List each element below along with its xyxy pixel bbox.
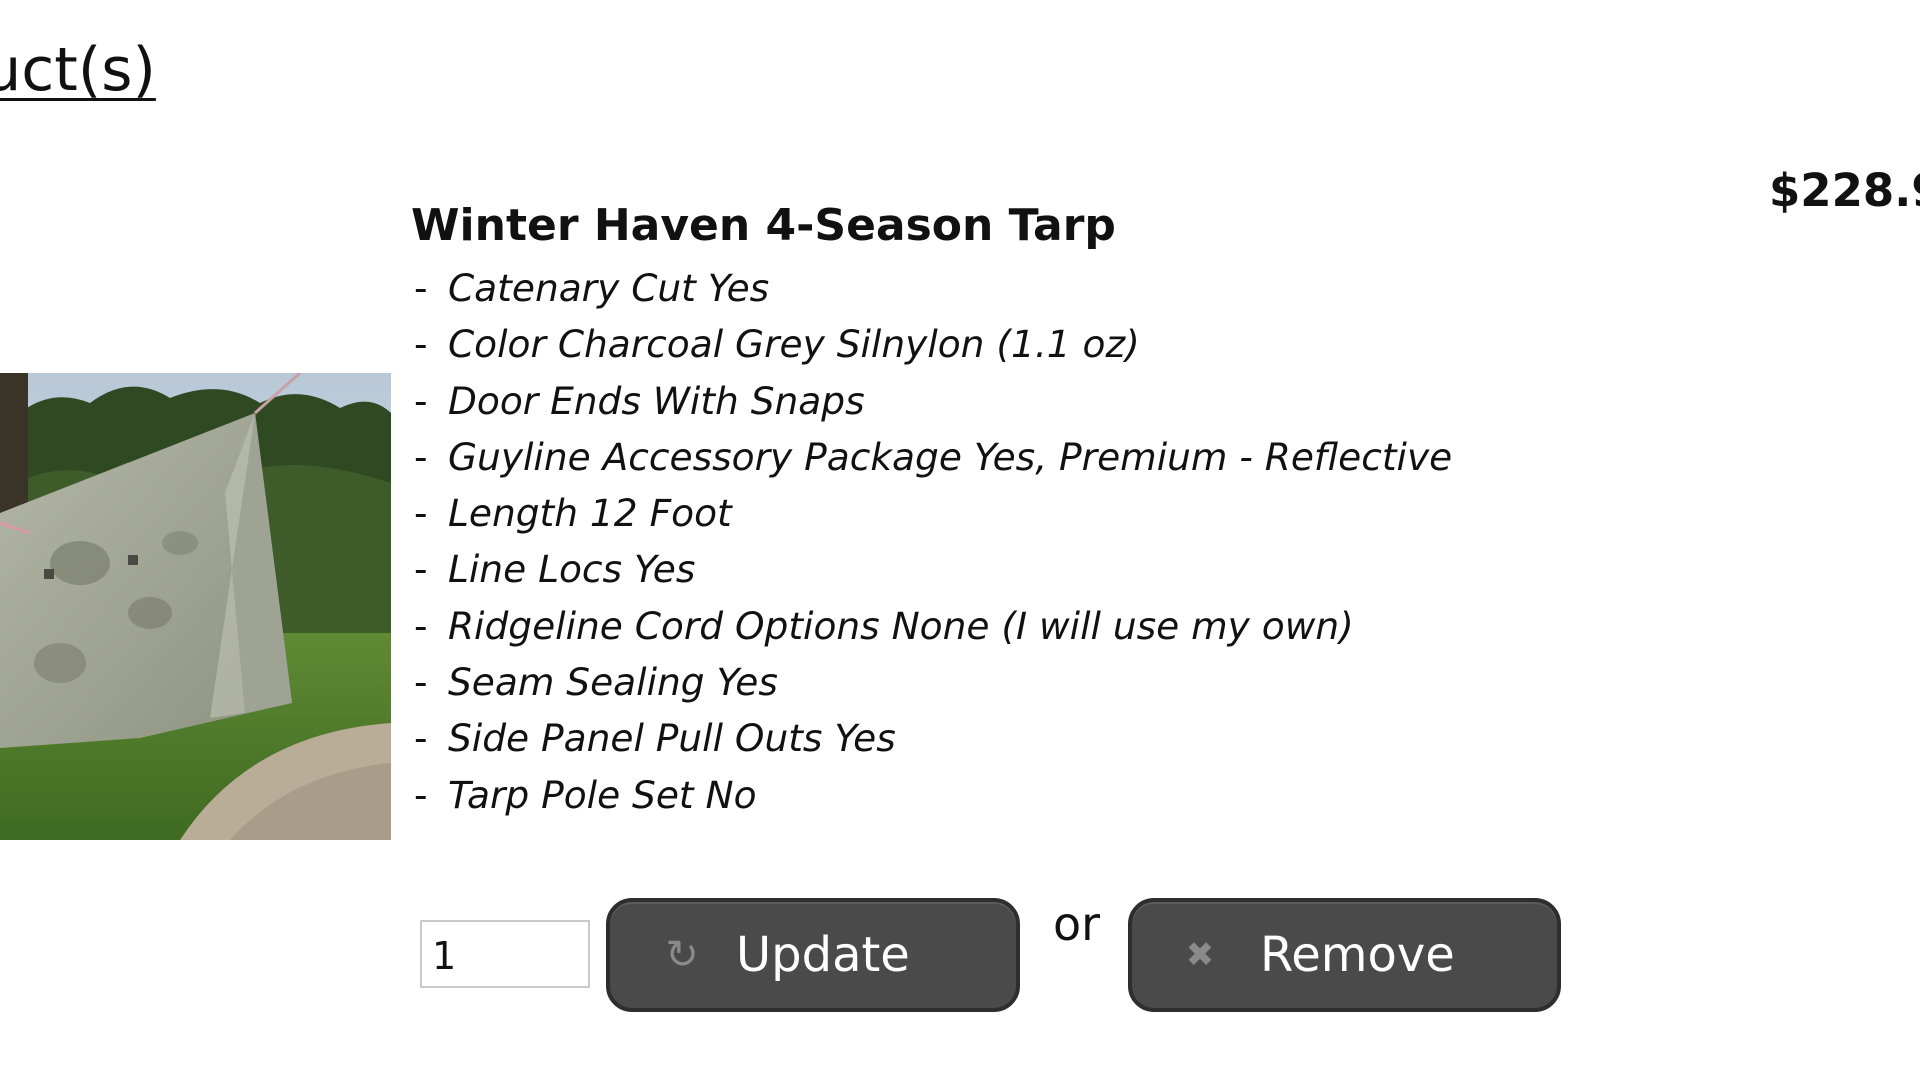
option-text: Catenary Cut Yes: [448, 266, 770, 310]
products-heading-link[interactable]: Product(s): [0, 32, 156, 108]
option-dash: -: [414, 716, 428, 761]
option-text: Guyline Accessory Package Yes, Premium -…: [448, 434, 1453, 479]
remove-button-label: Remove: [1260, 927, 1455, 983]
option-text: Ridgeline Cord Options None (I will use …: [448, 603, 1354, 648]
option-item: - Seam Sealing Yes: [414, 654, 1452, 710]
option-text: Seam Sealing Yes: [448, 660, 778, 705]
option-dash: -: [414, 322, 428, 367]
quantity-input[interactable]: [420, 920, 590, 988]
option-dash: -: [414, 378, 428, 423]
option-text: Side Panel Pull Outs Yes: [448, 716, 896, 761]
update-button-label: Update: [736, 927, 910, 983]
option-item: - Guyline Accessory Package Yes, Premium …: [414, 429, 1452, 485]
option-dash: -: [414, 434, 428, 479]
option-dash: -: [414, 547, 428, 592]
option-item: - Length 12 Foot: [414, 485, 1452, 541]
close-icon: ✖: [1185, 935, 1215, 975]
option-text: Color Charcoal Grey Silnylon (1.1 oz): [448, 322, 1140, 367]
option-dash: -: [414, 772, 428, 817]
option-item: - Ridgeline Cord Options None (I will use…: [414, 598, 1452, 654]
option-item: - Door Ends With Snaps: [414, 373, 1452, 429]
cart-page: Product(s) $228.95: [0, 0, 1920, 1090]
option-item: - Tarp Pole Set No: [414, 767, 1452, 823]
product-thumbnail[interactable]: [0, 373, 391, 840]
or-separator: or: [1053, 897, 1101, 951]
option-text: Length 12 Foot: [448, 491, 732, 536]
option-dash: -: [414, 660, 428, 705]
option-dash: -: [414, 266, 428, 310]
update-button[interactable]: ↻ Update: [606, 898, 1020, 1012]
product-options-list: - Catenary Cut Yes - Color Charcoal Grey S…: [414, 260, 1452, 823]
refresh-icon: ↻: [665, 932, 699, 978]
option-item: - Catenary Cut Yes: [414, 260, 1452, 316]
remove-button[interactable]: ✖ Remove: [1128, 898, 1561, 1012]
option-text: Line Locs Yes: [448, 547, 696, 592]
option-item: - Line Locs Yes: [414, 541, 1452, 597]
option-item: - Color Charcoal Grey Silnylon (1.1 oz): [414, 316, 1452, 372]
item-price: $228.95: [1769, 164, 1920, 217]
option-item: - Side Panel Pull Outs Yes: [414, 710, 1452, 766]
option-dash: -: [414, 491, 428, 536]
option-text: Tarp Pole Set No: [448, 772, 757, 817]
product-name: Winter Haven 4-Season Tarp: [411, 200, 1116, 251]
option-text: Door Ends With Snaps: [448, 378, 865, 423]
option-dash: -: [414, 603, 428, 648]
tarp-photo: [0, 373, 391, 840]
